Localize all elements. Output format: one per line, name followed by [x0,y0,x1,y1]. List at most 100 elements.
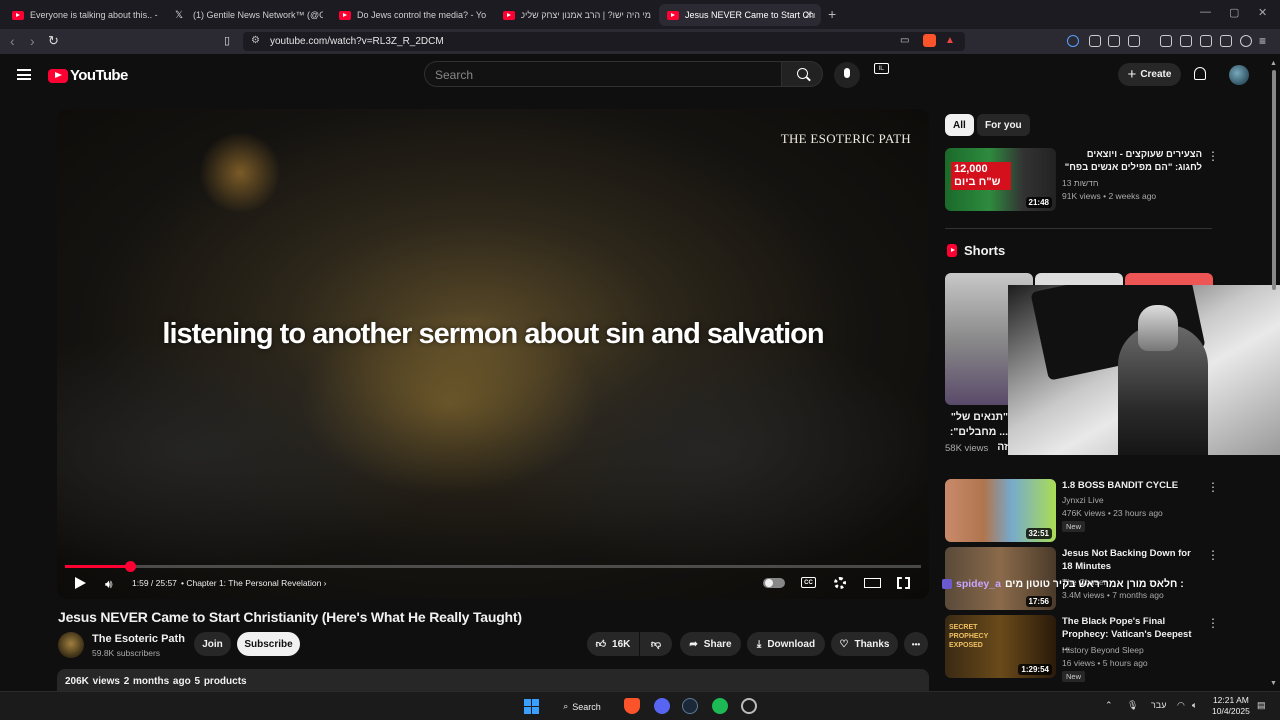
language-indicator[interactable]: עבר [1151,700,1166,710]
more-vert-icon[interactable]: ⋮ [1207,617,1219,629]
puzzle-icon[interactable] [1108,35,1120,47]
new-badge: New [1062,521,1086,532]
maximize-button[interactable]: ▢ [1229,6,1239,19]
browser-tab[interactable]: Everyone is talking about this.. - YouT [4,4,162,26]
like-button[interactable]: 👍︎ 16K [587,632,639,656]
page-scrollbar[interactable]: ▲ ▼ [1270,60,1278,690]
speaker-icon[interactable]: 🔈︎ [1192,700,1197,711]
create-button[interactable]: + Create [1118,63,1181,86]
system-clock[interactable]: 12:21 AM 10/4/2025 [1212,695,1250,717]
discord-icon[interactable] [654,698,670,714]
channel-name[interactable]: The Esoteric Path [92,633,185,645]
shield-icon[interactable] [1089,35,1101,47]
join-button[interactable]: Join [194,632,231,656]
brave-browser-icon[interactable] [624,698,640,714]
youtube-logo[interactable]: YouTube IL [48,63,889,84]
bookmark-icon[interactable]: ▯ [224,34,230,47]
site-info-icon[interactable]: ⚙ [251,35,260,46]
more-actions-button[interactable]: ••• [904,632,928,656]
menu-icon[interactable]: ≡ [1259,34,1266,48]
browser-toolbar: ‹ › ↻ ▯ ⚙ youtube.com/watch?v=RL3Z_R_2DC… [0,29,1280,54]
forward-icon[interactable]: › [30,33,35,49]
scroll-down-icon[interactable]: ▼ [1270,680,1277,687]
chapter-button[interactable]: • Chapter 1: The Personal Revelation › [181,578,327,588]
spotify-icon[interactable] [712,698,728,714]
recommended-video[interactable]: SECRET PROPHECY EXPOSED 1:29:54 The Blac… [945,615,1220,682]
minimize-button[interactable]: — [1200,6,1211,18]
browser-tab[interactable]: מי היה ישו? | הרב אמנון יצחק שליט"א [495,4,655,26]
download-button[interactable]: ⤓ Download [747,632,825,656]
voice-search-button[interactable] [834,62,860,88]
thanks-button[interactable]: ♡ Thanks [831,632,898,656]
back-icon[interactable]: ‹ [10,33,15,49]
browser-tab[interactable]: 𝕏 (1) Gentile News Network™ (@Gentil [167,4,325,26]
video-player[interactable]: THE ESOTERIC PATH listening to another s… [57,109,929,599]
microphone-icon[interactable]: 🎙︎ [1127,700,1138,711]
tab-label: Do Jews control the media? - Yo [357,10,487,20]
more-vert-icon[interactable]: ⋮ [1207,481,1219,493]
notification-icon[interactable]: ▤ [1257,700,1266,711]
cast-icon[interactable]: ▭ [900,35,909,46]
volume-icon[interactable]: 🔊︎ [105,577,113,591]
avatar[interactable] [1229,65,1249,85]
channel-avatar[interactable] [58,632,84,658]
steam-icon[interactable] [682,698,698,714]
windows-start-icon[interactable] [524,699,539,714]
dislike-button[interactable]: 👎︎ [640,632,672,656]
browser-tab[interactable]: Do Jews control the media? - Yo [331,4,489,26]
reload-icon[interactable]: ↻ [48,33,59,49]
tab-label: (1) Gentile News Network™ (@Gentil [193,10,323,20]
window-close-button[interactable]: ✕ [1258,6,1267,19]
country-code: IL [873,63,889,74]
new-tab-button[interactable]: + [828,6,836,22]
notifications-bell-icon[interactable] [1194,67,1206,80]
chat-username: spidey_a [956,578,1001,590]
app-icon[interactable] [741,698,757,714]
recommended-video[interactable]: 12,000 ש"ח ביום 21:48 הצעירים שעוקצים - … [945,148,1220,212]
vpn-icon[interactable] [1240,35,1252,47]
tray-chevron-icon[interactable]: ⌃ [1105,700,1113,711]
search-input[interactable] [435,68,735,82]
scrollbar-thumb[interactable] [1272,70,1276,290]
extension-icon[interactable] [1067,35,1079,47]
screenshot-icon[interactable] [1128,35,1140,47]
video-title: הצעירים שעוקצים - ויוצאים לחגוג: "הם מפי… [1064,149,1202,173]
captions-icon[interactable]: CC [801,577,816,588]
search-box[interactable] [424,61,782,87]
brave-shield-icon[interactable] [923,34,936,47]
ai-icon[interactable] [1220,35,1232,47]
autoplay-toggle[interactable] [763,578,785,588]
video-thumbnail[interactable]: 12,000 ש"ח ביום 21:48 [945,148,1056,211]
chip-all[interactable]: All [945,114,974,136]
brave-rewards-icon[interactable]: ▲ [945,35,955,46]
sidebar-icon[interactable] [1180,35,1192,47]
scroll-up-icon[interactable]: ▲ [1270,60,1277,67]
share-button[interactable]: ➦ Share [680,632,741,656]
fullscreen-icon[interactable] [897,577,910,589]
theater-mode-icon[interactable] [864,578,881,588]
search-button[interactable] [781,61,823,87]
chip-for-you[interactable]: For you [977,114,1030,136]
channel-name: חדשות 13 [1062,178,1099,188]
subscribe-button[interactable]: Subscribe [237,632,300,656]
guide-menu-icon[interactable] [17,69,31,80]
progress-bar[interactable] [65,561,921,572]
thumbs-up-icon: 👍︎ [595,639,607,650]
video-thumbnail[interactable]: 32:51 [945,479,1056,542]
recommended-video[interactable]: 32:51 1.8 BOSS BANDIT CYCLE Jynxzi Live … [945,479,1220,543]
tab-close-icon[interactable]: ✕ [805,10,813,21]
address-bar[interactable]: ⚙ youtube.com/watch?v=RL3Z_R_2DCM ▭ ▲ [243,32,965,51]
wifi-icon[interactable]: ◠ [1177,700,1185,711]
thanks-label: Thanks [854,638,890,650]
taskbar-search[interactable]: ⌕ Search [554,696,610,717]
more-vert-icon[interactable]: ⋮ [1207,150,1219,162]
music-icon[interactable] [1160,35,1172,47]
view-stats: 206K views 2 months ago 5 products [65,676,247,687]
browser-tab-active[interactable]: Jesus NEVER Came to Start Chris ✕ [659,4,821,26]
video-thumbnail[interactable]: SECRET PROPHECY EXPOSED 1:29:54 [945,615,1056,678]
picture-in-picture-window[interactable]: 卐 [1008,285,1280,455]
play-icon[interactable] [75,577,86,589]
settings-gear-icon[interactable] [834,577,846,589]
more-vert-icon[interactable]: ⋮ [1207,549,1219,561]
wallet-icon[interactable] [1200,35,1212,47]
